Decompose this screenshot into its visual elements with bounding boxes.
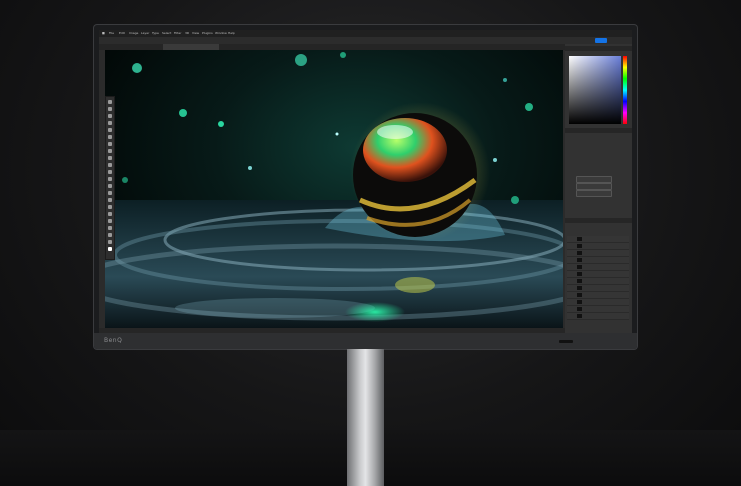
eyedropper-tool-icon[interactable] xyxy=(108,142,112,146)
layer-row[interactable] xyxy=(567,271,629,278)
lasso-tool-icon[interactable] xyxy=(108,114,112,118)
hue-slider[interactable] xyxy=(623,56,627,124)
layer-row[interactable] xyxy=(567,257,629,264)
dodge-tool-icon[interactable] xyxy=(108,198,112,202)
crop-tool-icon[interactable] xyxy=(108,128,112,132)
menu-filter[interactable]: Filter xyxy=(174,31,181,35)
menu-image[interactable]: Image xyxy=(129,31,138,35)
stamp-tool-icon[interactable] xyxy=(108,163,112,167)
blur-tool-icon[interactable] xyxy=(108,191,112,195)
monitor: ■ File Edit Image Layer Type Select Filt… xyxy=(94,25,637,349)
pen-tool-icon[interactable] xyxy=(108,205,112,209)
share-button[interactable] xyxy=(595,38,607,43)
history-brush-icon[interactable] xyxy=(108,170,112,174)
properties-button-1[interactable] xyxy=(576,176,612,183)
layer-row[interactable] xyxy=(567,250,629,257)
menu-view[interactable]: View xyxy=(192,31,199,35)
layer-row[interactable] xyxy=(567,278,629,285)
eraser-tool-icon[interactable] xyxy=(108,177,112,181)
ps-logo-icon: ■ xyxy=(102,31,105,35)
color-picker-field[interactable] xyxy=(569,56,621,124)
monitor-stand xyxy=(347,349,384,486)
select-tool-icon[interactable] xyxy=(108,121,112,125)
layer-row[interactable] xyxy=(567,313,629,320)
menu-window[interactable]: Window xyxy=(215,31,227,35)
properties-panel-header[interactable] xyxy=(565,128,632,133)
move-tool-icon[interactable] xyxy=(108,100,112,104)
menu-plugins[interactable]: Plugins xyxy=(202,31,213,35)
color-swatch-icon[interactable] xyxy=(108,247,112,251)
monitor-bezel-chin xyxy=(94,333,637,349)
zoom-tool-icon[interactable] xyxy=(108,240,112,244)
layer-row[interactable] xyxy=(567,299,629,306)
menu-edit[interactable]: Edit xyxy=(119,31,125,35)
menu-bar: ■ File Edit Image Layer Type Select Filt… xyxy=(99,30,632,37)
layer-row[interactable] xyxy=(567,264,629,271)
layer-row[interactable] xyxy=(567,292,629,299)
menu-file[interactable]: File xyxy=(109,31,114,35)
brand-logo: BenQ xyxy=(104,337,123,344)
properties-button-2[interactable] xyxy=(576,183,612,190)
layer-row[interactable] xyxy=(567,243,629,250)
brush-tool-icon[interactable] xyxy=(108,156,112,160)
properties-button-3[interactable] xyxy=(576,190,612,197)
menu-type[interactable]: Type xyxy=(152,31,159,35)
layer-row[interactable] xyxy=(567,306,629,313)
shape-tool-icon[interactable] xyxy=(108,226,112,230)
artwork-sphere-splash xyxy=(105,52,563,328)
path-select-icon[interactable] xyxy=(108,219,112,223)
layers-panel-header[interactable] xyxy=(565,218,632,223)
layer-row[interactable] xyxy=(567,285,629,292)
menu-3d[interactable]: 3D xyxy=(185,31,189,35)
menu-help[interactable]: Help xyxy=(228,31,235,35)
type-tool-icon[interactable] xyxy=(108,212,112,216)
color-panel-header[interactable] xyxy=(565,46,632,51)
document-canvas[interactable] xyxy=(105,50,563,328)
menu-layer[interactable]: Layer xyxy=(141,31,149,35)
frame-tool-icon[interactable] xyxy=(108,135,112,139)
menu-select[interactable]: Select xyxy=(162,31,171,35)
healing-tool-icon[interactable] xyxy=(108,149,112,153)
layer-row[interactable] xyxy=(567,236,629,243)
monitor-screen: ■ File Edit Image Layer Type Select Filt… xyxy=(99,30,632,333)
gradient-tool-icon[interactable] xyxy=(108,184,112,188)
marquee-tool-icon[interactable] xyxy=(108,107,112,111)
tools-panel xyxy=(105,96,115,260)
power-indicator xyxy=(559,340,573,343)
hand-tool-icon[interactable] xyxy=(108,233,112,237)
